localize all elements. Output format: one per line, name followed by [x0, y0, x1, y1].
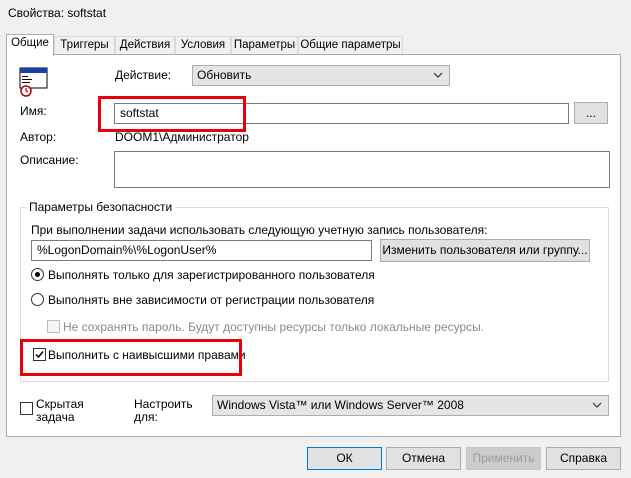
hidden-task-checkbox[interactable]	[20, 402, 33, 415]
action-label: Действие:	[115, 68, 172, 82]
hidden-task-label-line2: задача	[36, 410, 75, 424]
action-select-value: Обновить	[197, 68, 252, 82]
apply-button[interactable]: Применить	[466, 447, 541, 470]
chevron-down-icon	[592, 402, 602, 408]
configure-for-select[interactable]: Windows Vista™ или Windows Server™ 2008	[212, 395, 609, 416]
task-icon	[19, 67, 49, 97]
no-store-password-label: Не сохранять пароль. Будут доступны ресу…	[63, 320, 485, 334]
action-select[interactable]: Обновить	[192, 65, 450, 86]
radio-selected-dot	[35, 272, 40, 277]
radio-logged-on-label[interactable]: Выполнять только для зарегистрированного…	[48, 268, 375, 282]
radio-any-user[interactable]	[31, 293, 44, 306]
no-store-password-checkbox[interactable]	[47, 320, 60, 333]
tab-settings[interactable]: Параметры	[231, 36, 298, 55]
help-button[interactable]: Справка	[546, 447, 621, 470]
cancel-button[interactable]: Отмена	[386, 447, 461, 470]
name-label: Имя:	[20, 104, 47, 118]
configure-for-label: Настроить для:	[134, 398, 193, 424]
browse-button[interactable]: ...	[574, 102, 608, 124]
ok-button[interactable]: ОК	[307, 447, 382, 470]
description-field[interactable]	[114, 151, 610, 188]
author-value: DOOM1\Администратор	[115, 130, 249, 144]
configure-for-line2: для:	[134, 410, 158, 424]
hidden-task-label[interactable]: Скрытая задача	[36, 398, 84, 424]
radio-any-user-label[interactable]: Выполнять вне зависимости от регистрации…	[48, 293, 374, 307]
change-user-button[interactable]: Изменить пользователя или группу...	[380, 239, 590, 262]
security-group-label: Параметры безопасности	[26, 200, 176, 214]
account-prompt: При выполнении задачи использовать следу…	[31, 223, 488, 237]
highlight-box-privileges	[20, 339, 242, 376]
tab-general[interactable]: Общие	[6, 34, 54, 56]
highlight-box-name	[98, 96, 246, 132]
author-label: Автор:	[20, 130, 57, 144]
chevron-down-icon	[433, 72, 443, 78]
tab-triggers[interactable]: Триггеры	[54, 36, 115, 55]
tab-common-settings[interactable]: Общие параметры	[298, 36, 403, 55]
tab-conditions[interactable]: Условия	[175, 36, 231, 55]
account-field[interactable]: %LogonDomain%\%LogonUser%	[31, 240, 372, 261]
configure-for-value: Windows Vista™ или Windows Server™ 2008	[217, 398, 464, 412]
description-label: Описание:	[20, 153, 79, 167]
radio-logged-on[interactable]	[31, 268, 44, 281]
tab-actions[interactable]: Действия	[115, 36, 175, 55]
window-title: Свойства: softstat	[8, 6, 107, 20]
